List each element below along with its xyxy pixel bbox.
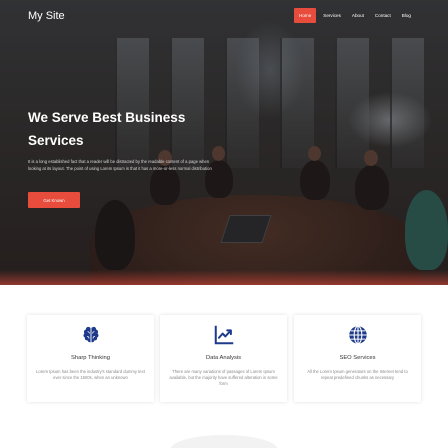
service-card-seo-services: SEO Services All the Lorem Ipsum generat… [294,315,421,402]
section-divider-arc [170,435,278,448]
service-card-title: SEO Services [339,355,376,361]
nav-item-blog[interactable]: Blog [398,8,415,23]
service-card-sharp-thinking: Sharp Thinking Lorem Ipsum has been the … [27,315,154,402]
service-card-text: All the Lorem Ipsum generators on the In… [307,369,408,381]
chart-line-icon [214,325,233,345]
globe-icon [348,325,367,345]
nav-item-contact[interactable]: Contact [371,8,395,23]
hero-description: It is a long established fact that a rea… [28,159,212,171]
main-nav: Home Services About Contact Blog [294,8,415,23]
service-card-text: Lorem Ipsum has been the industry's stan… [36,369,145,381]
hero-title: We Serve Best Business Services [28,110,186,148]
service-card-data-analysis: Data Analysis There are many variations … [160,315,287,402]
nav-item-about[interactable]: About [348,8,368,23]
site-logo[interactable]: My Site [28,10,65,22]
service-card-title: Data Analysis [205,355,242,361]
nav-item-services[interactable]: Services [319,8,345,23]
hero-accent-gradient [0,270,448,285]
brain-icon [82,326,99,343]
nav-item-home[interactable]: Home [294,8,317,23]
service-card-text: There are many variations of passages of… [169,369,278,387]
services-section: Sharp Thinking Lorem Ipsum has been the … [0,285,448,448]
service-card-title: Sharp Thinking [71,355,110,361]
get-known-button[interactable]: Get Known [28,192,80,208]
